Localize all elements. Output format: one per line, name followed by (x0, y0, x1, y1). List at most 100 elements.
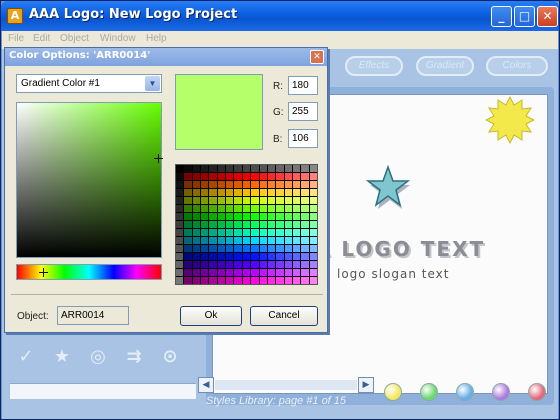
palette-cell[interactable] (276, 245, 284, 252)
palette-cell[interactable] (217, 245, 226, 252)
palette-cell[interactable] (176, 197, 184, 204)
palette-cell[interactable] (267, 237, 276, 244)
palette-cell[interactable] (192, 221, 201, 228)
palette-cell[interactable] (226, 173, 234, 180)
palette-cell[interactable] (201, 269, 209, 276)
green-input[interactable]: 255 (288, 102, 318, 121)
palette-cell[interactable] (184, 173, 192, 180)
palette-cell[interactable] (267, 189, 276, 196)
palette-cell[interactable] (176, 181, 184, 188)
palette-cell[interactable] (242, 181, 251, 188)
palette-cell[interactable] (292, 189, 301, 196)
palette-cell[interactable] (251, 277, 259, 284)
palette-cell[interactable] (251, 213, 259, 220)
palette-cell[interactable] (192, 245, 201, 252)
palette-cell[interactable] (209, 237, 217, 244)
palette-cell[interactable] (259, 189, 267, 196)
palette-cell[interactable] (201, 261, 209, 268)
palette-cell[interactable] (301, 189, 309, 196)
palette-cell[interactable] (209, 277, 217, 284)
palette-cell[interactable] (309, 181, 317, 188)
menu-edit[interactable]: Edit (33, 33, 50, 44)
palette-cell[interactable] (234, 189, 242, 196)
palette-cell[interactable] (309, 245, 317, 252)
palette-cell[interactable] (209, 181, 217, 188)
palette-cell[interactable] (251, 173, 259, 180)
palette-cell[interactable] (242, 221, 251, 228)
palette-cell[interactable] (176, 229, 184, 236)
palette-cell[interactable] (301, 205, 309, 212)
palette-cell[interactable] (209, 253, 217, 260)
hue-slider[interactable] (16, 264, 162, 280)
palette-cell[interactable] (176, 165, 184, 172)
hue-crosshair-icon[interactable] (39, 268, 48, 277)
palette-cell[interactable] (234, 165, 242, 172)
palette-cell[interactable] (251, 269, 259, 276)
style-swatch-blue[interactable] (456, 383, 474, 401)
menu-window[interactable]: Window (100, 33, 136, 44)
palette-cell[interactable] (234, 173, 242, 180)
palette-cell[interactable] (192, 213, 201, 220)
colors-button[interactable]: Colors (486, 56, 548, 76)
palette-cell[interactable] (226, 245, 234, 252)
palette-cell[interactable] (251, 181, 259, 188)
palette-cell[interactable] (284, 181, 292, 188)
logo-text[interactable]: R LOGO TEXT (315, 237, 485, 261)
palette-cell[interactable] (226, 221, 234, 228)
palette-cell[interactable] (217, 269, 226, 276)
minimize-button[interactable]: _ (491, 6, 512, 27)
palette-cell[interactable] (267, 197, 276, 204)
palette-cell[interactable] (309, 205, 317, 212)
palette-cell[interactable] (259, 245, 267, 252)
palette-cell[interactable] (217, 229, 226, 236)
palette-cell[interactable] (209, 213, 217, 220)
palette-cell[interactable] (192, 253, 201, 260)
palette-cell[interactable] (184, 277, 192, 284)
palette-cell[interactable] (176, 253, 184, 260)
palette-cell[interactable] (234, 205, 242, 212)
palette-cell[interactable] (226, 269, 234, 276)
palette-cell[interactable] (209, 229, 217, 236)
scroll-right-button[interactable]: ▶ (358, 377, 374, 393)
palette-cell[interactable] (201, 245, 209, 252)
palette-cell[interactable] (209, 221, 217, 228)
palette-cell[interactable] (217, 173, 226, 180)
palette-cell[interactable] (217, 205, 226, 212)
palette-cell[interactable] (276, 181, 284, 188)
palette-cell[interactable] (192, 165, 201, 172)
title-bar[interactable]: A AAA Logo: New Logo Project _ □ ✕ (1, 1, 559, 31)
palette-cell[interactable] (192, 189, 201, 196)
style-swatch-purple[interactable] (492, 383, 510, 401)
palette-cell[interactable] (301, 261, 309, 268)
palette-cell[interactable] (267, 205, 276, 212)
palette-cell[interactable] (251, 165, 259, 172)
palette-cell[interactable] (301, 213, 309, 220)
palette-cell[interactable] (192, 269, 201, 276)
palette-cell[interactable] (284, 173, 292, 180)
star-tool-icon[interactable]: ★ (48, 343, 76, 371)
palette-cell[interactable] (251, 189, 259, 196)
palette-cell[interactable] (251, 205, 259, 212)
palette-cell[interactable] (201, 165, 209, 172)
style-swatch-yellow[interactable] (384, 383, 402, 401)
palette-cell[interactable] (184, 213, 192, 220)
palette-cell[interactable] (292, 253, 301, 260)
palette-cell[interactable] (176, 213, 184, 220)
chevron-down-icon[interactable]: ▼ (145, 76, 160, 91)
palette-cell[interactable] (276, 197, 284, 204)
palette-cell[interactable] (192, 229, 201, 236)
palette-cell[interactable] (301, 197, 309, 204)
shape-tool-icon[interactable]: ◎ (84, 343, 112, 371)
palette-cell[interactable] (201, 213, 209, 220)
palette-cell[interactable] (184, 229, 192, 236)
palette-cell[interactable] (259, 173, 267, 180)
palette-cell[interactable] (301, 245, 309, 252)
palette-cell[interactable] (234, 197, 242, 204)
palette-cell[interactable] (201, 229, 209, 236)
palette-cell[interactable] (276, 237, 284, 244)
palette-cell[interactable] (301, 221, 309, 228)
palette-cell[interactable] (284, 269, 292, 276)
palette-cell[interactable] (242, 197, 251, 204)
menu-help[interactable]: Help (146, 33, 167, 44)
palette-cell[interactable] (234, 269, 242, 276)
